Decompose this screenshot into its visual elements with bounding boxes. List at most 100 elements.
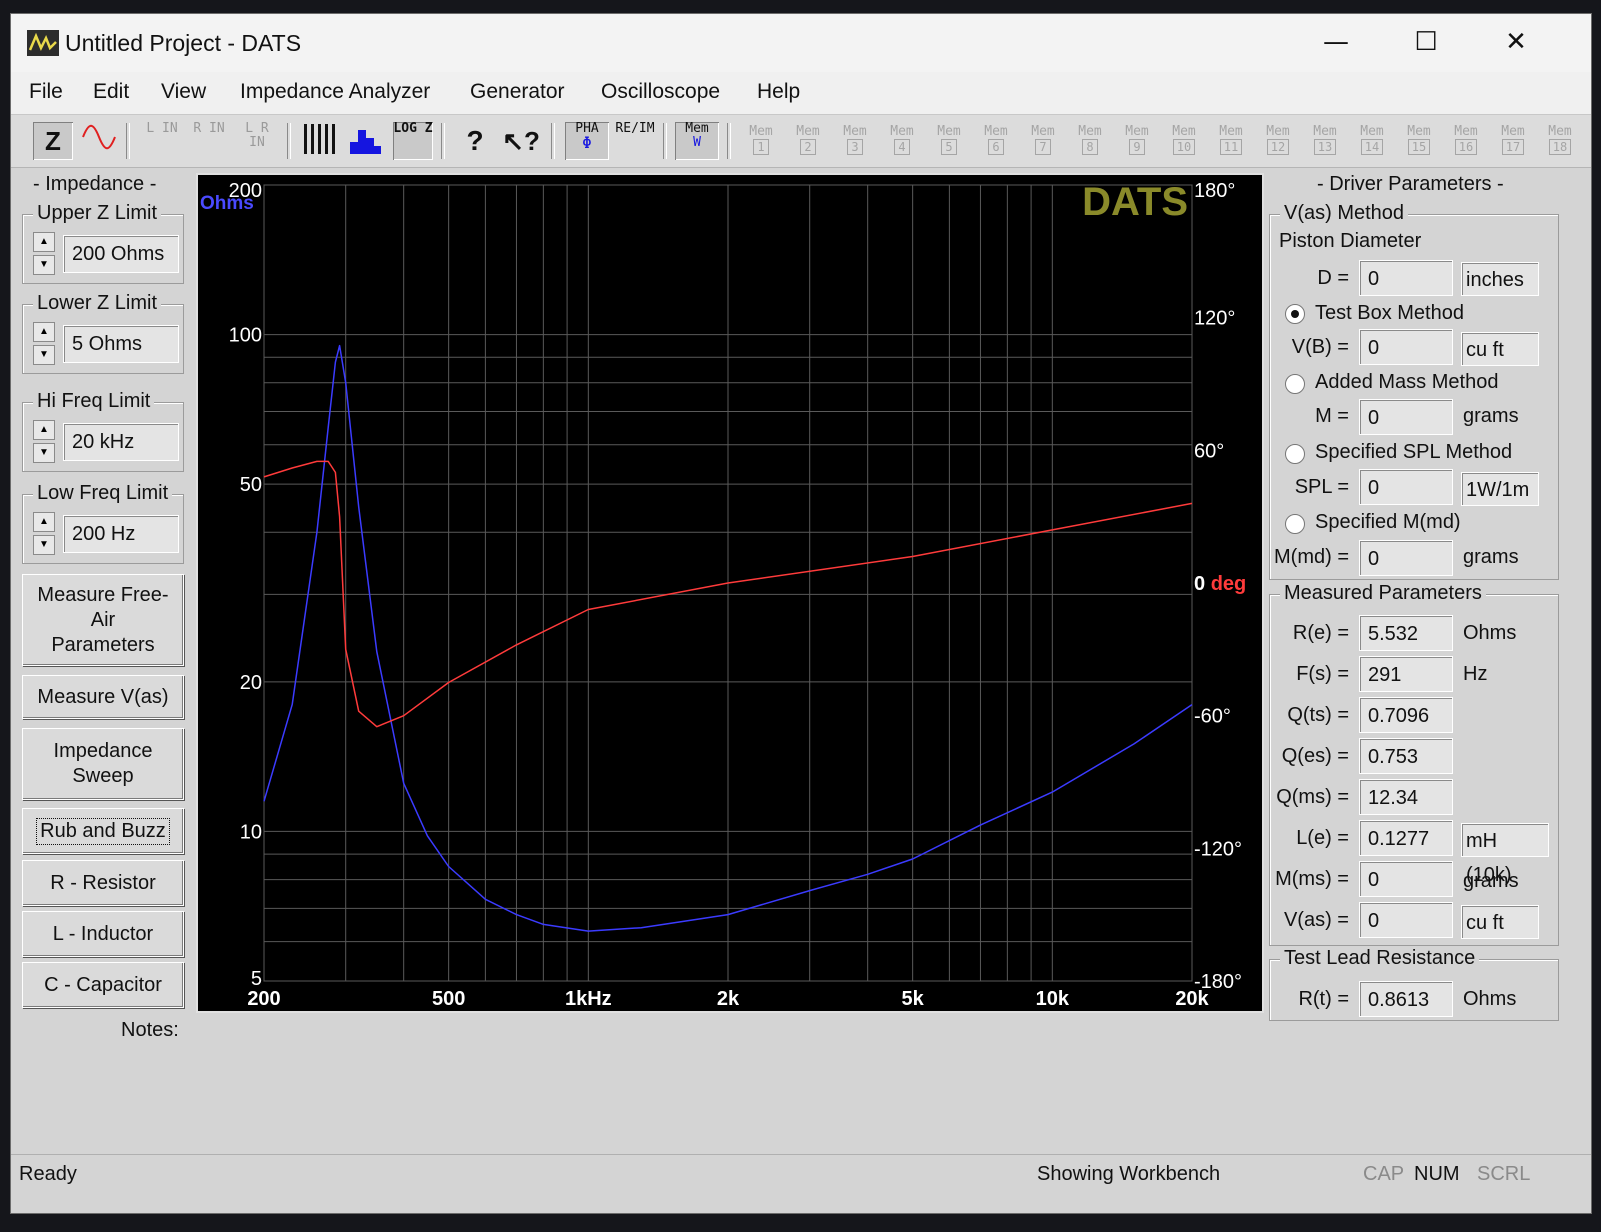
spin-up-icon[interactable]: ▲ (33, 232, 55, 252)
lower-z-spinner[interactable]: ▲ ▼ (33, 322, 55, 366)
mmd-field[interactable]: 0 (1359, 540, 1453, 576)
vb-field[interactable]: 0 (1359, 329, 1453, 365)
measure-free-air-button[interactable]: Measure Free-Air Parameters (22, 574, 184, 666)
mem-w-button[interactable]: Mem W (675, 122, 719, 160)
memory-slot-18-button[interactable]: Mem 18 (1540, 125, 1580, 155)
hi-freq-spinner[interactable]: ▲ ▼ (33, 420, 55, 464)
memory-slot-8-button[interactable]: Mem 8 (1070, 125, 1110, 155)
memory-slot-14-button[interactable]: Mem 14 (1352, 125, 1392, 155)
memory-slot-5-button[interactable]: Mem 5 (929, 125, 969, 155)
memory-slot-4-button[interactable]: Mem 4 (882, 125, 922, 155)
scroll-lock-indicator: SCRL (1477, 1163, 1531, 1185)
upper-z-group: Upper Z Limit ▲ ▼ 200 Ohms (22, 202, 184, 284)
upper-z-spinner[interactable]: ▲ ▼ (33, 232, 55, 276)
menu-help[interactable]: Help (757, 80, 800, 104)
spin-up-icon[interactable]: ▲ (33, 322, 55, 342)
spin-up-icon[interactable]: ▲ (33, 420, 55, 440)
resistor-button[interactable]: R - Resistor (22, 860, 184, 906)
qts-field[interactable]: 0.7096 (1359, 697, 1453, 733)
memory-slot-1-button[interactable]: Mem 1 (741, 125, 781, 155)
memory-slot-number: 16 (1454, 139, 1478, 155)
fs-field[interactable]: 291 (1359, 656, 1453, 692)
mmd-method-radio[interactable] (1285, 514, 1305, 534)
right-input-button[interactable]: R IN (192, 122, 226, 160)
memory-slot-9-button[interactable]: Mem 9 (1117, 125, 1157, 155)
spin-down-icon[interactable]: ▼ (33, 255, 55, 275)
spin-down-icon[interactable]: ▼ (33, 535, 55, 555)
app-logo-icon (27, 30, 59, 56)
m-field[interactable]: 0 (1359, 399, 1453, 435)
menu-generator[interactable]: Generator (470, 80, 565, 104)
menu-bar: File Edit View Impedance Analyzer Genera… (11, 72, 1591, 115)
memory-slot-15-button[interactable]: Mem 15 (1399, 125, 1439, 155)
re-field[interactable]: 5.532 (1359, 615, 1453, 651)
memory-slot-label: Mem (1360, 124, 1384, 139)
menu-file[interactable]: File (29, 80, 63, 104)
minimize-button[interactable]: — (1291, 14, 1381, 72)
vas-field[interactable]: 0 (1359, 902, 1453, 938)
bar-graph-icon[interactable] (345, 122, 385, 160)
memory-slot-11-button[interactable]: Mem 11 (1211, 125, 1251, 155)
upper-z-field[interactable]: 200 Ohms (63, 235, 179, 273)
context-help-icon[interactable]: ↖? (501, 122, 541, 160)
le-field[interactable]: 0.1277 (1359, 820, 1453, 856)
qes-field[interactable]: 0.753 (1359, 738, 1453, 774)
memory-slot-label: Mem (1407, 124, 1431, 139)
vas-unit-selector[interactable]: cu ft (1461, 905, 1539, 939)
memory-slot-7-button[interactable]: Mem 7 (1023, 125, 1063, 155)
measure-vas-button[interactable]: Measure V(as) (22, 675, 184, 719)
menu-impedance-analyzer[interactable]: Impedance Analyzer (240, 80, 430, 104)
help-question-icon[interactable]: ? (455, 122, 495, 160)
impedance-plot[interactable]: 200 500 1kHz 2k 5k 10k 20k 200 100 50 20 10 5 Ohms 180… (196, 173, 1264, 1013)
capacitor-button[interactable]: C - Capacitor (22, 962, 184, 1008)
left-input-button[interactable]: L IN (145, 122, 179, 160)
low-freq-field[interactable]: 200 Hz (63, 515, 179, 553)
memory-slot-13-button[interactable]: Mem 13 (1305, 125, 1345, 155)
re-im-button[interactable]: RE/IM (613, 122, 657, 160)
log-z-button[interactable]: LOG Z (393, 122, 433, 160)
spl-method-radio[interactable] (1285, 444, 1305, 464)
memory-slot-2-button[interactable]: Mem 2 (788, 125, 828, 155)
le-unit-selector[interactable]: mH (10k) (1461, 823, 1549, 886)
d-unit-selector[interactable]: inches (1461, 262, 1539, 296)
memory-slot-6-button[interactable]: Mem 6 (976, 125, 1016, 155)
low-freq-spinner[interactable]: ▲ ▼ (33, 512, 55, 556)
memory-slot-10-button[interactable]: Mem 10 (1164, 125, 1204, 155)
d-field[interactable]: 0 (1359, 260, 1453, 296)
mms-field[interactable]: 0 (1359, 861, 1453, 897)
y-tick-label-right: 180° (1194, 180, 1235, 202)
maximize-button[interactable]: ☐ (1381, 14, 1471, 72)
spl-unit-selector[interactable]: 1W/1m (1461, 472, 1539, 506)
menu-view[interactable]: View (161, 80, 206, 104)
added-mass-radio[interactable] (1285, 374, 1305, 394)
spin-up-icon[interactable]: ▲ (33, 512, 55, 532)
lower-z-field[interactable]: 5 Ohms (63, 325, 179, 363)
close-button[interactable]: ✕ (1471, 14, 1561, 72)
spin-down-icon[interactable]: ▼ (33, 345, 55, 365)
impedance-sweep-button[interactable]: Impedance Sweep (22, 728, 184, 800)
piano-keys-icon[interactable] (299, 122, 339, 160)
test-box-radio[interactable] (1285, 304, 1305, 324)
impedance-mode-button[interactable]: Z (33, 122, 73, 160)
vb-unit-selector[interactable]: cu ft (1461, 332, 1539, 366)
left-right-input-button[interactable]: L R IN (237, 122, 277, 160)
app-window: Untitled Project - DATS — ☐ ✕ File Edit … (10, 13, 1592, 1214)
menu-oscilloscope[interactable]: Oscilloscope (601, 80, 720, 104)
memory-slot-12-button[interactable]: Mem 12 (1258, 125, 1298, 155)
memory-slot-label: Mem (1125, 124, 1149, 139)
rub-and-buzz-button[interactable]: Rub and Buzz (22, 808, 184, 854)
spl-field[interactable]: 0 (1359, 469, 1453, 505)
memory-slot-label: Mem (1313, 124, 1337, 139)
hi-freq-field[interactable]: 20 kHz (63, 423, 179, 461)
spin-down-icon[interactable]: ▼ (33, 443, 55, 463)
rt-field[interactable]: 0.8613 (1359, 981, 1453, 1017)
menu-edit[interactable]: Edit (93, 80, 129, 104)
qms-field[interactable]: 12.34 (1359, 779, 1453, 815)
memory-slot-16-button[interactable]: Mem 16 (1446, 125, 1486, 155)
sine-wave-icon[interactable] (79, 122, 119, 160)
inductor-button[interactable]: L - Inductor (22, 911, 184, 957)
memory-slot-3-button[interactable]: Mem 3 (835, 125, 875, 155)
memory-slot-17-button[interactable]: Mem 17 (1493, 125, 1533, 155)
phase-button[interactable]: PHA Φ (565, 122, 609, 160)
rt-label: R(t) = (1298, 988, 1349, 1010)
